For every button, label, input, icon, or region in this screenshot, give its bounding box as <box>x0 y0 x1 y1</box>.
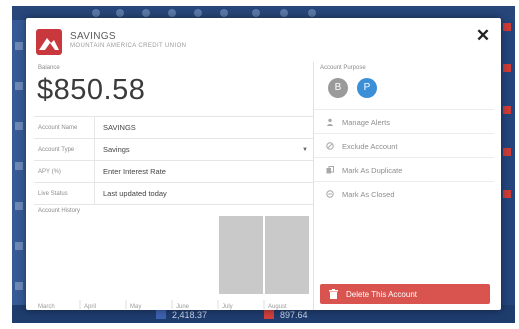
account-name-input[interactable]: SAVINGS <box>94 117 314 139</box>
action-label: Mark As Duplicate <box>342 166 403 175</box>
toolbar-icon <box>220 9 228 17</box>
toolbar-icon <box>308 9 316 17</box>
field-live-status: Live Status Last updated today <box>34 183 314 205</box>
history-bar <box>219 216 263 294</box>
field-account-type: Account Type Savings ▼ <box>34 139 314 161</box>
rail-icon <box>503 23 511 31</box>
rail-icon <box>503 64 511 72</box>
balance-value: $850.58 <box>37 74 146 106</box>
apy-input[interactable]: Enter Interest Rate <box>94 161 314 183</box>
exclude-account-action[interactable]: Exclude Account <box>314 133 494 157</box>
account-actions-panel: Account Purpose B P Manage Alerts Exclud… <box>313 62 501 310</box>
institution-logo <box>36 29 62 55</box>
live-status-value: Last updated today <box>94 183 314 205</box>
purpose-label: Account Purpose <box>320 65 366 71</box>
toolbar-icon <box>142 9 150 17</box>
toolbar-icon <box>194 9 202 17</box>
field-label: Live Status <box>38 191 68 197</box>
mark-as-duplicate-action[interactable]: Mark As Duplicate <box>314 157 494 181</box>
toolbar-icon <box>168 9 176 17</box>
account-history-chart: March April May June July August <box>38 216 309 310</box>
delete-account-button[interactable]: Delete This Account <box>320 284 490 304</box>
account-type-select[interactable]: Savings ▼ <box>94 139 314 161</box>
sidebar-icon <box>15 282 23 290</box>
closed-icon <box>326 190 334 198</box>
close-icon: ✕ <box>475 26 491 45</box>
field-value: Last updated today <box>103 189 167 198</box>
field-label: Account Type <box>38 147 75 153</box>
sidebar-icon <box>15 162 23 170</box>
logo-mountain-icon <box>39 38 59 50</box>
history-label: Account History <box>38 208 81 214</box>
purpose-business-badge[interactable]: B <box>328 78 348 98</box>
rail-icon <box>503 148 511 156</box>
account-history: March April May June July August Account Hist… <box>34 208 314 312</box>
month-tick-label: April <box>84 304 96 310</box>
month-tick-label: July <box>222 304 233 310</box>
field-value: Savings <box>103 145 130 154</box>
action-list: Manage Alerts Exclude Account Mark As Du… <box>314 109 494 205</box>
field-label: APY (%) <box>38 169 61 175</box>
month-tick-label: June <box>176 304 190 310</box>
action-label: Mark As Closed <box>342 190 395 199</box>
month-tick-label: August <box>268 304 287 310</box>
close-button[interactable]: ✕ <box>474 27 492 45</box>
history-bar <box>265 216 309 294</box>
mark-as-closed-action[interactable]: Mark As Closed <box>314 181 494 205</box>
month-tick-label: March <box>38 304 55 310</box>
toolbar-icon <box>252 9 260 17</box>
duplicate-icon <box>326 166 334 174</box>
institution-name: MOUNTAIN AMERICA CREDIT UNION <box>70 43 187 49</box>
purpose-personal-badge[interactable]: P <box>357 78 377 98</box>
account-title: SAVINGS <box>70 31 116 42</box>
action-label: Exclude Account <box>342 142 398 151</box>
delete-button-label: Delete This Account <box>346 290 418 299</box>
balance-label: Balance <box>38 65 60 71</box>
toolbar-icon <box>116 9 124 17</box>
sidebar-icon <box>15 122 23 130</box>
field-label: Account Name <box>38 125 78 131</box>
background-right-rail <box>499 20 515 305</box>
field-value: SAVINGS <box>103 123 136 132</box>
background-sidebar <box>12 20 26 323</box>
screenshot: 2,418.37 897.64 SAVINGS MOUNTAIN AMERICA… <box>0 0 519 329</box>
action-label: Manage Alerts <box>342 118 390 127</box>
account-fields: Account Name SAVINGS Account Type Saving… <box>34 116 314 205</box>
caret-down-icon: ▼ <box>302 147 308 153</box>
account-details-modal: SAVINGS MOUNTAIN AMERICA CREDIT UNION ✕ … <box>26 18 501 310</box>
field-apy: APY (%) Enter Interest Rate <box>34 161 314 183</box>
rail-icon <box>503 190 511 198</box>
sidebar-icon <box>15 82 23 90</box>
sidebar-icon <box>15 242 23 250</box>
month-tick-label: May <box>130 304 141 310</box>
trash-icon <box>329 289 338 299</box>
sidebar-icon <box>15 42 23 50</box>
manage-alerts-action[interactable]: Manage Alerts <box>314 109 494 133</box>
rail-icon <box>503 106 511 114</box>
field-account-name: Account Name SAVINGS <box>34 117 314 139</box>
sidebar-icon <box>15 202 23 210</box>
toolbar-icon <box>92 9 100 17</box>
toolbar-icon <box>280 9 288 17</box>
field-value: Enter Interest Rate <box>103 167 166 176</box>
exclude-icon <box>326 142 334 150</box>
person-icon <box>326 118 334 126</box>
